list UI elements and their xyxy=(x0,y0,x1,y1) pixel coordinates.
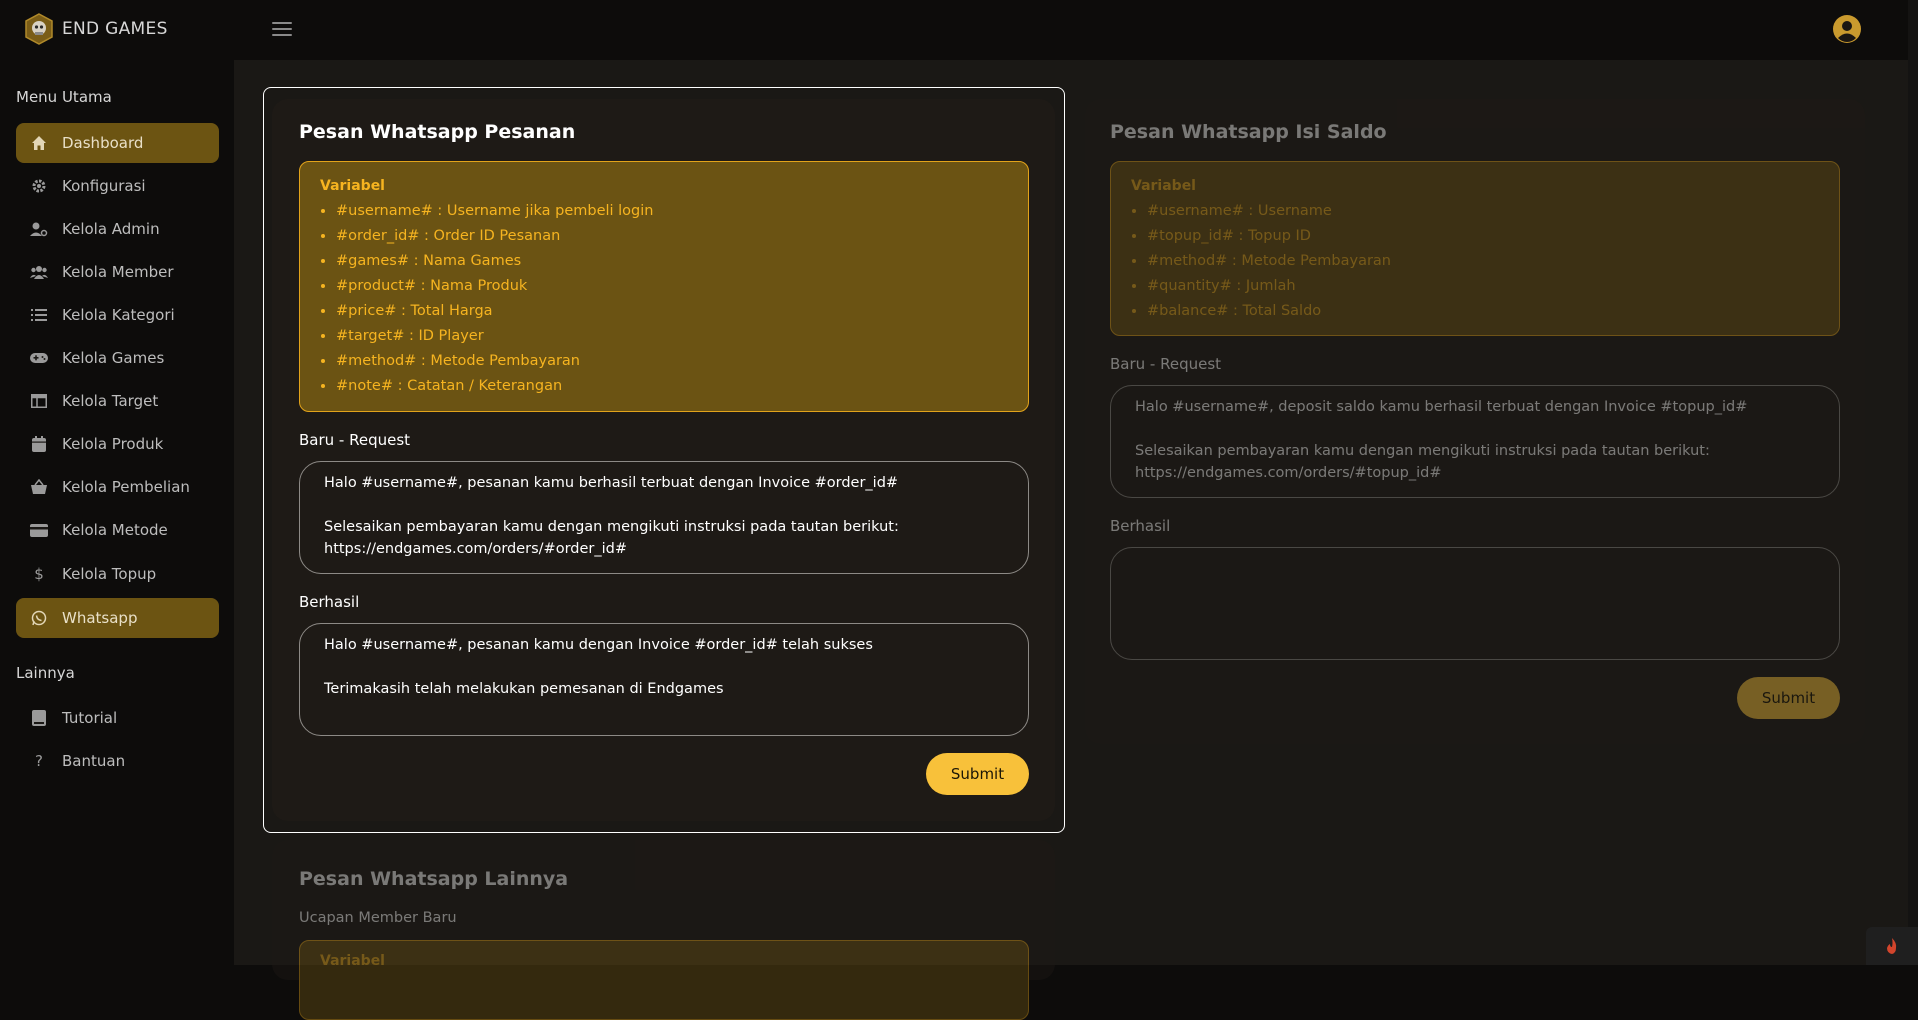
sidebar-item-label: Kelola Kategori xyxy=(62,306,175,324)
sidebar-item-whatsapp[interactable]: Whatsapp xyxy=(16,598,219,638)
topup-card-title: Pesan Whatsapp Isi Saldo xyxy=(1110,121,1387,143)
home-icon xyxy=(30,134,48,152)
users-icon xyxy=(30,263,48,281)
focus-outline xyxy=(263,87,1065,833)
sidebar-item-label: Kelola Produk xyxy=(62,435,164,453)
list-item: #quantity# : Jumlah xyxy=(1147,274,1819,299)
sidebar-item-kelola-target[interactable]: Kelola Target xyxy=(16,381,219,421)
list-item: #username# : Username xyxy=(1147,199,1819,224)
table-icon xyxy=(30,392,48,410)
menu-toggle-icon[interactable] xyxy=(272,22,292,38)
topup-message-card: Pesan Whatsapp Isi Saldo Variabel #usern… xyxy=(1085,99,1865,744)
fire-widget[interactable] xyxy=(1866,927,1918,965)
app-logo[interactable]: END GAMES xyxy=(22,12,168,46)
sidebar-item-kelola-topup[interactable]: $ Kelola Topup xyxy=(16,554,219,594)
other-variables-title: Variabel xyxy=(320,953,385,969)
gamepad-icon xyxy=(30,349,48,367)
topup-submit-button[interactable]: Submit xyxy=(1737,677,1840,719)
sidebar-item-kelola-pembelian[interactable]: Kelola Pembelian xyxy=(16,467,219,507)
sidebar-item-kelola-member[interactable]: Kelola Member xyxy=(16,252,219,292)
new-member-label: Ucapan Member Baru xyxy=(299,910,457,926)
scrollbar[interactable] xyxy=(1908,0,1918,965)
question-icon: ? xyxy=(35,752,43,770)
sidebar-item-kelola-produk[interactable]: Kelola Produk xyxy=(16,424,219,464)
credit-card-icon xyxy=(30,521,48,539)
gear-icon xyxy=(30,177,48,195)
sidebar-item-tutorial[interactable]: Tutorial xyxy=(16,698,219,738)
sidebar-item-label: Bantuan xyxy=(62,752,126,770)
dollar-icon: $ xyxy=(34,565,44,583)
sidebar-item-label: Whatsapp xyxy=(62,609,138,627)
sidebar-item-label: Kelola Metode xyxy=(62,521,168,539)
list-icon xyxy=(30,306,48,324)
sidebar: Menu Utama Dashboard Konfigurasi Kelola … xyxy=(0,60,234,965)
sidebar-section-other: Lainnya xyxy=(16,664,75,682)
sidebar-item-label: Kelola Pembelian xyxy=(62,478,190,496)
sidebar-item-kelola-metode[interactable]: Kelola Metode xyxy=(16,510,219,550)
topup-variables-list: #username# : Username #topup_id# : Topup… xyxy=(1131,199,1819,324)
topup-request-label: Baru - Request xyxy=(1110,355,1222,373)
logo-icon xyxy=(25,13,53,45)
sidebar-item-konfigurasi[interactable]: Konfigurasi xyxy=(16,166,219,206)
sidebar-item-label: Kelola Target xyxy=(62,392,159,410)
sidebar-section-main: Menu Utama xyxy=(16,88,112,106)
sidebar-item-label: Konfigurasi xyxy=(62,177,146,195)
sidebar-item-dashboard[interactable]: Dashboard xyxy=(16,123,219,163)
list-item: #topup_id# : Topup ID xyxy=(1147,224,1819,249)
topup-success-textarea[interactable] xyxy=(1110,547,1840,660)
user-avatar-icon[interactable] xyxy=(1832,14,1862,44)
other-message-card: Pesan Whatsapp Lainnya Ucapan Member Bar… xyxy=(272,840,1055,1020)
topup-variables-box: Variabel #username# : Username #topup_id… xyxy=(1110,161,1840,336)
whatsapp-icon xyxy=(30,609,48,627)
app-name: END GAMES xyxy=(62,19,168,39)
sidebar-item-label: Tutorial xyxy=(62,709,118,727)
calendar-icon xyxy=(30,435,48,453)
sidebar-item-bantuan[interactable]: ? Bantuan xyxy=(16,741,219,781)
topup-success-label: Berhasil xyxy=(1110,517,1171,535)
user-gear-icon xyxy=(30,220,48,238)
list-item: #balance# : Total Saldo xyxy=(1147,299,1819,324)
basket-icon xyxy=(30,478,48,496)
sidebar-item-label: Kelola Admin xyxy=(62,220,160,238)
other-card-title: Pesan Whatsapp Lainnya xyxy=(299,868,569,890)
book-icon xyxy=(30,709,48,727)
topup-request-textarea[interactable]: Halo #username#, deposit saldo kamu berh… xyxy=(1110,385,1840,498)
sidebar-item-kelola-games[interactable]: Kelola Games xyxy=(16,338,219,378)
sidebar-item-label: Kelola Member xyxy=(62,263,174,281)
list-item: #method# : Metode Pembayaran xyxy=(1147,249,1819,274)
sidebar-item-kelola-admin[interactable]: Kelola Admin xyxy=(16,209,219,249)
sidebar-item-kelola-kategori[interactable]: Kelola Kategori xyxy=(16,295,219,335)
flame-icon xyxy=(1887,938,1897,954)
sidebar-item-label: Kelola Topup xyxy=(62,565,157,583)
sidebar-item-label: Dashboard xyxy=(62,134,144,152)
topup-variables-title: Variabel xyxy=(1131,178,1196,194)
top-header: END GAMES xyxy=(0,0,1918,60)
sidebar-item-label: Kelola Games xyxy=(62,349,165,367)
other-variables-box: Variabel xyxy=(299,940,1029,1020)
